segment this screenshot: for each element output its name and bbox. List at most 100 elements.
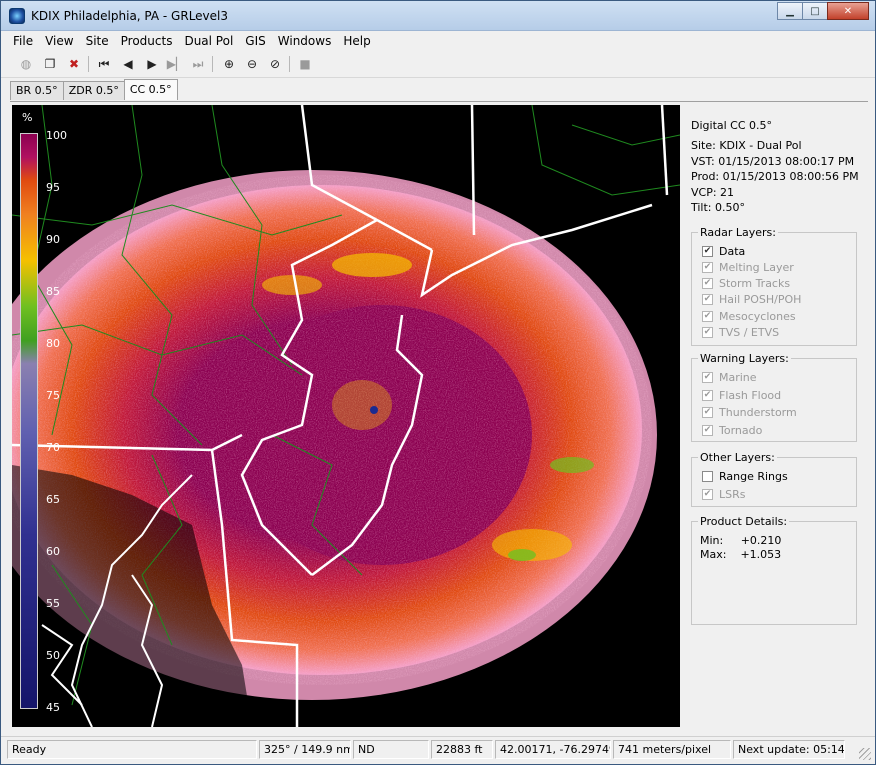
max-row: Max: +1.053 bbox=[700, 548, 781, 561]
radar-map bbox=[12, 105, 680, 727]
vst-row: VST: 01/15/2013 08:00:17 PM bbox=[691, 155, 854, 168]
menu-dual-pol[interactable]: Dual Pol bbox=[178, 31, 239, 51]
layer-mesocyclones[interactable]: ✔ Mesocyclones bbox=[702, 310, 796, 323]
product-details-group: Product Details: Min: +0.210 Max: +1.053 bbox=[691, 515, 857, 625]
prod-row: Prod: 01/15/2013 08:00:56 PM bbox=[691, 170, 859, 183]
min-value: +0.210 bbox=[740, 534, 782, 547]
toolbar-separator bbox=[88, 56, 89, 72]
checkbox-checked[interactable]: ✔ bbox=[702, 262, 713, 273]
layer-flash-flood[interactable]: ✔ Flash Flood bbox=[702, 389, 781, 402]
layer-data[interactable]: ✔ Data bbox=[702, 245, 745, 258]
prod-value: 01/15/2013 08:00:56 PM bbox=[722, 170, 859, 183]
title-bar[interactable]: KDIX Philadelphia, PA - GRLevel3 ▁ □ ✕ bbox=[1, 1, 875, 31]
tilt-row: Tilt: 0.50° bbox=[691, 201, 745, 214]
window-controls: ▁ □ ✕ bbox=[777, 2, 869, 20]
checkbox-checked[interactable]: ✔ bbox=[702, 425, 713, 436]
status-coords: 42.00171, -76.29749 bbox=[495, 740, 611, 759]
layer-storm-tracks[interactable]: ✔ Storm Tracks bbox=[702, 277, 790, 290]
step-forward-icon[interactable]: ▶▏ bbox=[167, 55, 185, 73]
skip-first-icon[interactable]: ⏮ bbox=[95, 55, 113, 73]
maximize-button[interactable]: □ bbox=[802, 2, 828, 20]
site-row: Site: KDIX - Dual Pol bbox=[691, 139, 802, 152]
checkbox-checked[interactable]: ✔ bbox=[702, 246, 713, 257]
site-value: KDIX - Dual Pol bbox=[719, 139, 802, 152]
layer-range-rings[interactable]: Range Rings bbox=[702, 470, 788, 483]
prod-label: Prod: bbox=[691, 170, 720, 183]
product-name: Digital CC 0.5° bbox=[691, 119, 773, 132]
legend-unit: % bbox=[22, 111, 33, 124]
skip-last-icon[interactable]: ⏭ bbox=[189, 55, 207, 73]
minimize-button[interactable]: ▁ bbox=[777, 2, 803, 20]
layer-hail[interactable]: ✔ Hail POSH/POH bbox=[702, 293, 801, 306]
toolbar: ◍ ❐ ✖ ⏮ ◀ ▶ ▶▏ ⏭ ⊕ ⊖ ⊘ ■ bbox=[1, 51, 875, 78]
cc-color-legend bbox=[20, 133, 38, 709]
resize-grip[interactable] bbox=[859, 748, 871, 760]
radar-display[interactable]: % 100 95 90 85 80 75 70 65 60 55 50 45 bbox=[12, 105, 680, 727]
product-details-title: Product Details: bbox=[698, 515, 790, 528]
vcp-label: VCP: bbox=[691, 186, 717, 199]
menu-windows[interactable]: Windows bbox=[272, 31, 338, 51]
menu-file[interactable]: File bbox=[7, 31, 39, 51]
checkbox-checked[interactable]: ✔ bbox=[702, 294, 713, 305]
close-button[interactable]: ✕ bbox=[827, 2, 869, 20]
menu-help[interactable]: Help bbox=[337, 31, 376, 51]
radar-layers-group: Radar Layers: ✔ Data ✔ Melting Layer ✔ Stor… bbox=[691, 226, 857, 346]
legend-tick: 90 bbox=[46, 233, 60, 246]
layer-marine[interactable]: ✔ Marine bbox=[702, 371, 757, 384]
max-value: +1.053 bbox=[740, 548, 782, 561]
status-height: 22883 ft bbox=[431, 740, 493, 759]
layer-tornado[interactable]: ✔ Tornado bbox=[702, 424, 762, 437]
tab-cc[interactable]: CC 0.5° bbox=[123, 79, 178, 100]
info-sidebar: Digital CC 0.5° Site: KDIX - Dual Pol VS… bbox=[687, 109, 867, 729]
window-title: KDIX Philadelphia, PA - GRLevel3 bbox=[31, 9, 229, 23]
zoom-reset-icon[interactable]: ⊘ bbox=[266, 55, 284, 73]
stop-icon[interactable]: ■ bbox=[296, 55, 314, 73]
status-bearing: 325° / 149.9 nm bbox=[259, 740, 351, 759]
checkbox-checked[interactable]: ✔ bbox=[702, 327, 713, 338]
zoom-in-icon[interactable]: ⊕ bbox=[220, 55, 238, 73]
min-row: Min: +0.210 bbox=[700, 534, 781, 547]
globe-icon[interactable]: ◍ bbox=[17, 55, 35, 73]
radar-layers-title: Radar Layers: bbox=[698, 226, 778, 239]
max-label: Max: bbox=[700, 548, 727, 561]
checkbox-checked[interactable]: ✔ bbox=[702, 489, 713, 500]
status-scale: 741 meters/pixel bbox=[613, 740, 731, 759]
checkbox-checked[interactable]: ✔ bbox=[702, 372, 713, 383]
checkbox-unchecked[interactable] bbox=[702, 471, 713, 482]
layer-tvs[interactable]: ✔ TVS / ETVS bbox=[702, 326, 779, 339]
menu-gis[interactable]: GIS bbox=[239, 31, 271, 51]
layer-thunderstorm[interactable]: ✔ Thunderstorm bbox=[702, 406, 797, 419]
legend-tick: 85 bbox=[46, 285, 60, 298]
copy-icon[interactable]: ❐ bbox=[41, 55, 59, 73]
step-back-icon[interactable]: ◀ bbox=[119, 55, 137, 73]
checkbox-checked[interactable]: ✔ bbox=[702, 278, 713, 289]
menu-bar: File View Site Products Dual Pol GIS Win… bbox=[1, 31, 875, 51]
play-icon[interactable]: ▶ bbox=[143, 55, 161, 73]
tilt-value: 0.50° bbox=[715, 201, 746, 214]
menu-view[interactable]: View bbox=[39, 31, 79, 51]
checkbox-checked[interactable]: ✔ bbox=[702, 407, 713, 418]
vst-value: 01/15/2013 08:00:17 PM bbox=[718, 155, 855, 168]
toolbar-separator bbox=[212, 56, 213, 72]
legend-tick: 55 bbox=[46, 597, 60, 610]
site-label: Site: bbox=[691, 139, 716, 152]
legend-tick: 100 bbox=[46, 129, 67, 142]
tab-zdr[interactable]: ZDR 0.5° bbox=[62, 81, 125, 100]
checkbox-checked[interactable]: ✔ bbox=[702, 390, 713, 401]
layer-lsrs[interactable]: ✔ LSRs bbox=[702, 488, 746, 501]
product-tabs: BR 0.5° ZDR 0.5° CC 0.5° bbox=[10, 79, 178, 101]
checkbox-checked[interactable]: ✔ bbox=[702, 311, 713, 322]
tab-br[interactable]: BR 0.5° bbox=[10, 81, 64, 100]
min-label: Min: bbox=[700, 534, 724, 547]
delete-icon[interactable]: ✖ bbox=[65, 55, 83, 73]
legend-tick: 60 bbox=[46, 545, 60, 558]
app-icon bbox=[9, 8, 25, 24]
layer-melting[interactable]: ✔ Melting Layer bbox=[702, 261, 794, 274]
warning-layers-title: Warning Layers: bbox=[698, 352, 791, 365]
menu-products[interactable]: Products bbox=[115, 31, 179, 51]
status-state: Ready bbox=[7, 740, 257, 759]
legend-tick: 50 bbox=[46, 649, 60, 662]
legend-tick: 45 bbox=[46, 701, 60, 714]
zoom-out-icon[interactable]: ⊖ bbox=[243, 55, 261, 73]
menu-site[interactable]: Site bbox=[80, 31, 115, 51]
